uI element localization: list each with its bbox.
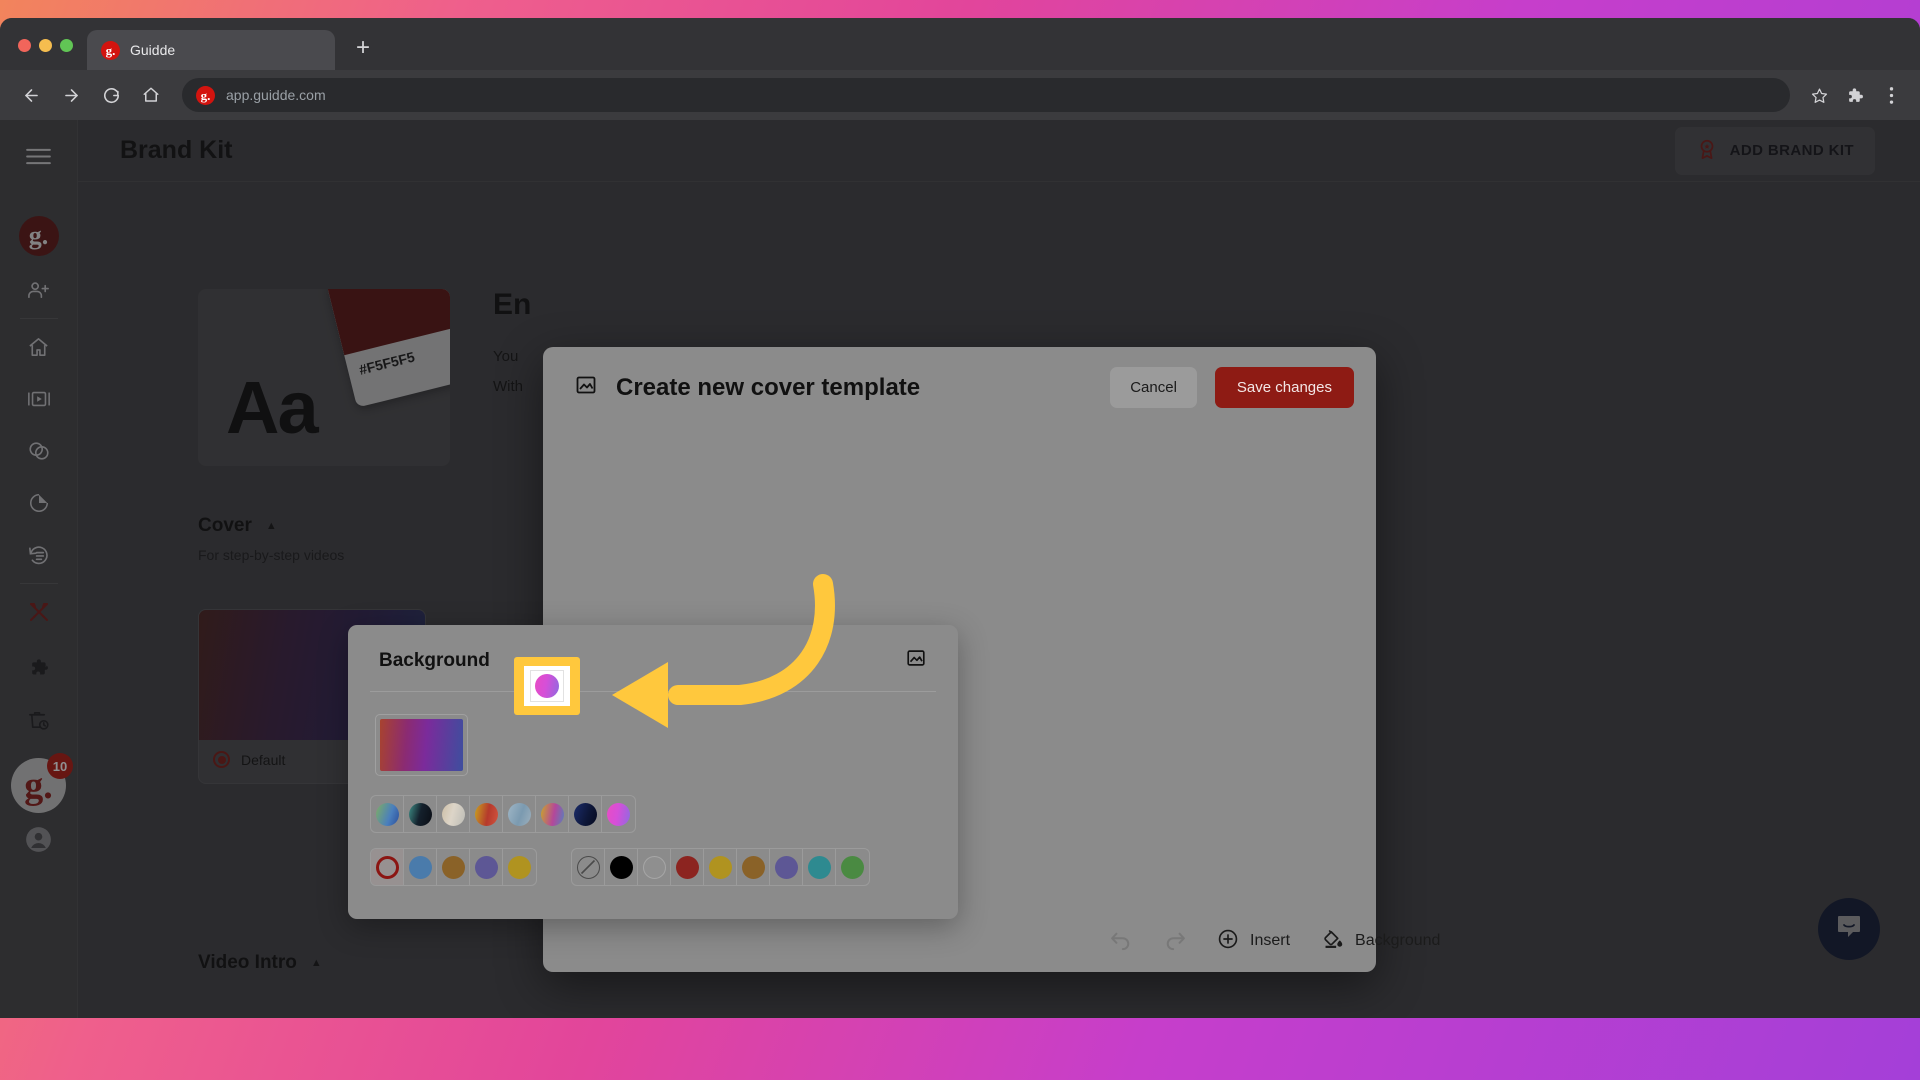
image-picker-icon[interactable] bbox=[905, 647, 927, 674]
site-favicon: g. bbox=[196, 85, 215, 105]
palette-color-dark-red[interactable] bbox=[671, 849, 704, 885]
annotation-arrow bbox=[612, 574, 835, 728]
minimize-window-button[interactable] bbox=[39, 39, 52, 52]
browser-tab[interactable]: g. Guidde bbox=[87, 30, 335, 70]
gradient-swatch-1[interactable] bbox=[404, 796, 437, 832]
back-icon[interactable] bbox=[14, 78, 48, 112]
address-bar-url: app.guidde.com bbox=[226, 87, 326, 103]
cancel-button[interactable]: Cancel bbox=[1110, 367, 1197, 408]
palette-color-teal[interactable] bbox=[803, 849, 836, 885]
application-root: g. g. 10 Brand Kit ADD BRAND KIT Aa #F5F… bbox=[0, 120, 1920, 1018]
tab-title: Guidde bbox=[130, 42, 176, 58]
image-icon bbox=[574, 373, 598, 402]
gradient-swatch-5[interactable] bbox=[536, 796, 569, 832]
bookmark-star-icon[interactable] bbox=[1804, 80, 1834, 110]
gradient-swatch-6[interactable] bbox=[569, 796, 602, 832]
gradient-swatch-3[interactable] bbox=[470, 796, 503, 832]
window-traffic-lights[interactable] bbox=[0, 39, 87, 70]
undo-button[interactable] bbox=[1109, 931, 1133, 951]
palette-color-gold[interactable] bbox=[704, 849, 737, 885]
tab-favicon: g. bbox=[101, 40, 120, 60]
palette-color-black[interactable] bbox=[605, 849, 638, 885]
gradient-swatch-2[interactable] bbox=[437, 796, 470, 832]
palette-color-group bbox=[571, 848, 870, 886]
palette-color-white[interactable] bbox=[638, 849, 671, 885]
color-swatch-rows bbox=[348, 848, 958, 886]
browser-menu-icon[interactable] bbox=[1876, 80, 1906, 110]
dialog-title: Create new cover template bbox=[616, 373, 921, 401]
brand-color-purple[interactable] bbox=[470, 849, 503, 885]
gradient-swatch-7-selected[interactable] bbox=[602, 796, 635, 832]
redo-button[interactable] bbox=[1163, 931, 1187, 951]
brand-color-gold[interactable] bbox=[503, 849, 536, 885]
brand-color-blue[interactable] bbox=[404, 849, 437, 885]
browser-tab-strip: g. Guidde + bbox=[0, 18, 1920, 70]
annotation-highlight-box bbox=[514, 657, 580, 715]
browser-toolbar: g. app.guidde.com bbox=[0, 70, 1920, 120]
address-bar[interactable]: g. app.guidde.com bbox=[182, 78, 1790, 112]
gradient-swatch-0[interactable] bbox=[371, 796, 404, 832]
background-button[interactable]: Background bbox=[1320, 927, 1440, 956]
maximize-window-button[interactable] bbox=[60, 39, 73, 52]
brand-color-brown[interactable] bbox=[437, 849, 470, 885]
close-window-button[interactable] bbox=[18, 39, 31, 52]
gradient-swatch-group bbox=[370, 795, 636, 833]
insert-label: Insert bbox=[1250, 932, 1291, 949]
new-tab-button[interactable]: + bbox=[343, 28, 383, 68]
insert-button[interactable]: Insert bbox=[1217, 928, 1290, 955]
gradient-swatch-4[interactable] bbox=[503, 796, 536, 832]
paint-bucket-icon bbox=[1320, 927, 1344, 956]
save-changes-button[interactable]: Save changes bbox=[1214, 367, 1354, 408]
home-icon[interactable] bbox=[134, 78, 168, 112]
browser-window: g. Guidde + g. app.guidde.com g. g. 10 B… bbox=[0, 18, 1920, 1018]
gradient-swatch-row bbox=[348, 795, 958, 833]
palette-color-none[interactable] bbox=[572, 849, 605, 885]
plus-circle-icon bbox=[1217, 928, 1239, 955]
background-preview-swatch[interactable] bbox=[375, 714, 468, 776]
brand-color-group bbox=[370, 848, 537, 886]
palette-color-green[interactable] bbox=[836, 849, 869, 885]
dialog-header: Create new cover template Cancel Save ch… bbox=[543, 347, 1376, 408]
brand-color-custom-selected[interactable] bbox=[371, 849, 404, 885]
reload-icon[interactable] bbox=[94, 78, 128, 112]
palette-color-brown[interactable] bbox=[737, 849, 770, 885]
background-popover-title: Background bbox=[379, 649, 490, 671]
extensions-icon[interactable] bbox=[1840, 80, 1870, 110]
background-label: Background bbox=[1355, 932, 1441, 949]
forward-icon[interactable] bbox=[54, 78, 88, 112]
palette-color-purple[interactable] bbox=[770, 849, 803, 885]
canvas-toolbar: Insert Background bbox=[543, 910, 1440, 972]
